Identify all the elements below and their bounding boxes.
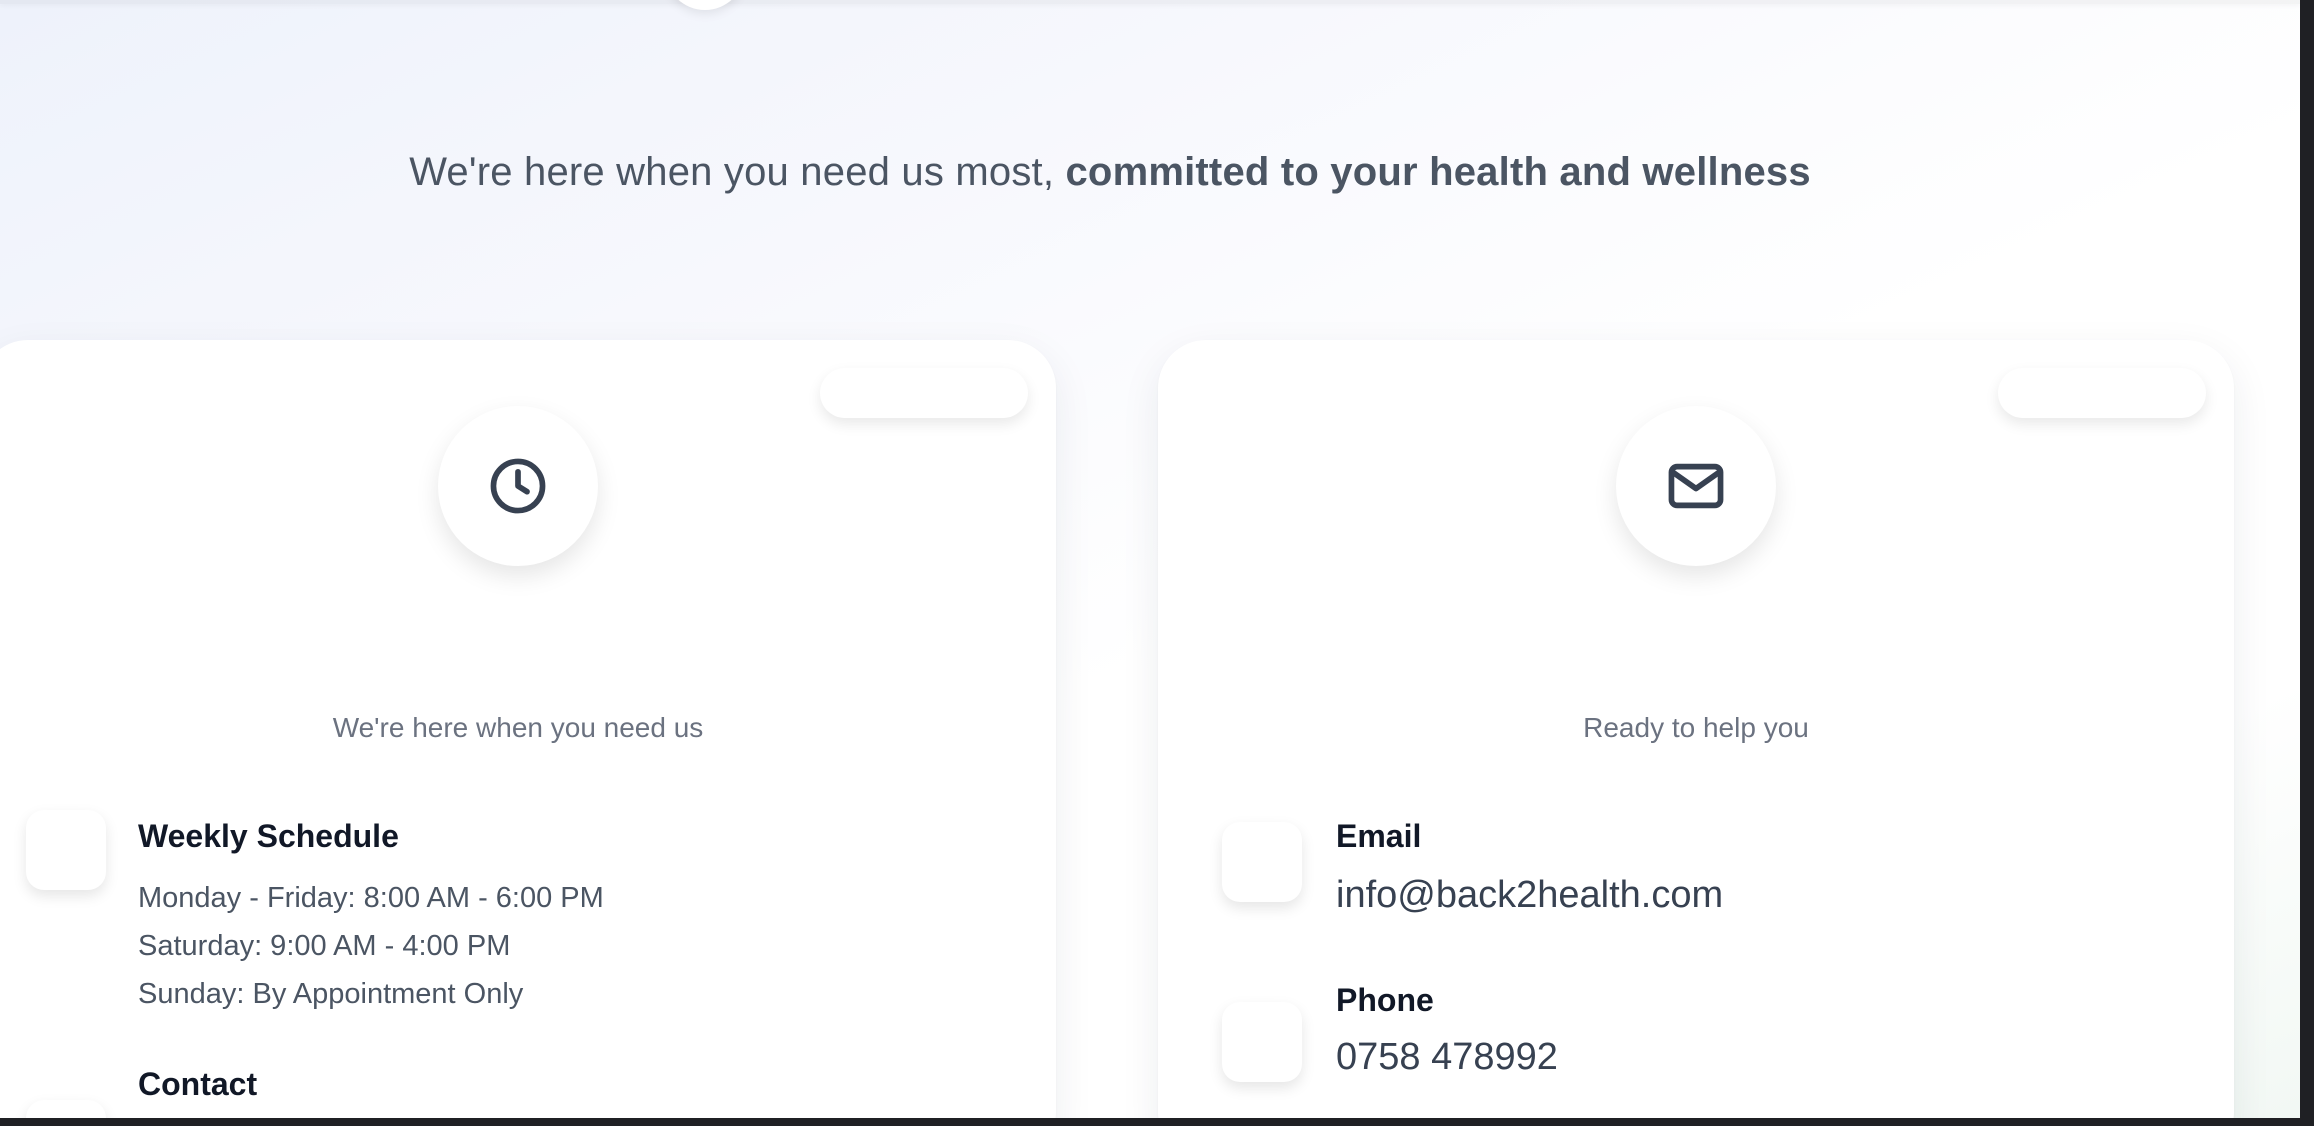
hours-card: We're here when you need us Weekly Sched… (0, 340, 1056, 1118)
clock-icon (490, 458, 546, 514)
tagline-bold: committed to your health and wellness (1065, 150, 1811, 194)
email-link[interactable]: info@back2health.com (1336, 874, 1723, 917)
top-section-edge (0, 0, 2300, 4)
schedule-line-weekdays: Monday - Friday: 8:00 AM - 6:00 PM (138, 882, 604, 914)
contact-card: Ready to help you Email info@back2health… (1158, 340, 2234, 1118)
contact-heading: Contact (138, 1066, 258, 1102)
contact-icon-badge (1616, 406, 1776, 566)
contact-icon-box (26, 1100, 106, 1118)
phone-link[interactable]: 0758 478992 (1336, 1036, 1558, 1079)
section-tagline: We're here when you need us most, commit… (0, 150, 2220, 195)
hours-card-badge (820, 368, 1028, 418)
mail-icon (1668, 463, 1724, 509)
schedule-line-sunday: Sunday: By Appointment Only (138, 978, 524, 1010)
schedule-icon-box (26, 810, 106, 890)
email-heading: Email (1336, 818, 1422, 854)
weekly-schedule-heading: Weekly Schedule (138, 818, 399, 854)
contact-subtitle: Ready to help you (1583, 712, 1809, 743)
hours-icon-badge (438, 406, 598, 566)
schedule-line-saturday: Saturday: 9:00 AM - 4:00 PM (138, 930, 511, 962)
hours-subtitle: We're here when you need us (332, 712, 704, 743)
phone-icon-box (1222, 1002, 1302, 1082)
email-icon-box (1222, 822, 1302, 902)
page-viewport: We're here when you need us most, commit… (0, 0, 2300, 1118)
tagline-regular: We're here when you need us most, (409, 150, 1066, 194)
phone-heading: Phone (1336, 982, 1434, 1018)
contact-card-badge (1998, 368, 2206, 418)
